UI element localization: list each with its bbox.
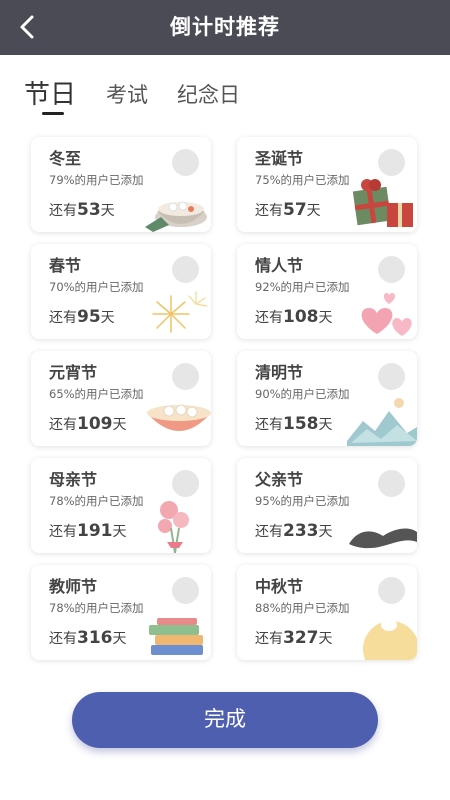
- card-added-percent: 65%的用户已添加: [49, 387, 144, 401]
- page-title: 倒计时推荐: [170, 15, 280, 39]
- card-days-left: 还有108天: [255, 307, 333, 327]
- card-added-percent: 90%的用户已添加: [255, 387, 350, 401]
- card-title: 春节: [49, 256, 82, 275]
- card-title: 父亲节: [255, 470, 304, 489]
- card-added-percent: 92%的用户已添加: [255, 280, 350, 294]
- countdown-card-mid-autumn[interactable]: 中秋节 88%的用户已添加 还有327天: [237, 565, 417, 660]
- card-days-left: 还有53天: [49, 200, 115, 220]
- countdown-card-qingming[interactable]: 清明节 90%的用户已添加 还有158天: [237, 351, 417, 446]
- select-circle[interactable]: [172, 149, 199, 176]
- countdown-card-dongzhi[interactable]: 冬至 79%的用户已添加 还有53天: [31, 137, 211, 232]
- mustache-icon: [349, 528, 417, 549]
- select-circle[interactable]: [378, 577, 405, 604]
- tab-indicator: [42, 112, 64, 115]
- mountains-icon: [347, 398, 417, 446]
- countdown-card-teachers-day[interactable]: 教师节 78%的用户已添加 还有316天: [31, 565, 211, 660]
- card-added-percent: 78%的用户已添加: [49, 601, 144, 615]
- card-days-left: 还有316天: [49, 628, 127, 648]
- countdown-card-christmas[interactable]: 圣诞节 75%的用户已添加 还有57天: [237, 137, 417, 232]
- card-title: 中秋节: [255, 577, 304, 596]
- card-title: 教师节: [49, 577, 98, 596]
- card-added-percent: 88%的用户已添加: [255, 601, 350, 615]
- books-icon: [149, 618, 203, 655]
- card-days-left: 还有191天: [49, 521, 127, 541]
- card-days-left: 还有327天: [255, 628, 333, 648]
- card-title: 母亲节: [49, 470, 98, 489]
- tab-holidays[interactable]: 节日: [24, 74, 76, 111]
- select-circle[interactable]: [378, 470, 405, 497]
- carnation-icon: [158, 501, 189, 553]
- select-circle[interactable]: [172, 470, 199, 497]
- card-added-percent: 75%的用户已添加: [255, 173, 350, 187]
- select-circle[interactable]: [172, 363, 199, 390]
- card-days-left: 还有233天: [255, 521, 333, 541]
- top-bar: 倒计时推荐: [0, 0, 450, 55]
- tab-anniversaries[interactable]: 纪念日: [177, 79, 240, 109]
- card-title: 清明节: [255, 363, 304, 382]
- card-title: 情人节: [255, 256, 304, 275]
- done-button[interactable]: 完成: [72, 692, 378, 748]
- card-title: 圣诞节: [255, 149, 304, 168]
- countdown-card-fathers-day[interactable]: 父亲节 95%的用户已添加 还有233天: [237, 458, 417, 553]
- card-days-left: 还有109天: [49, 414, 127, 434]
- card-added-percent: 78%的用户已添加: [49, 494, 144, 508]
- yuanxiao-bowl-icon: [147, 404, 211, 431]
- card-days-left: 还有95天: [49, 307, 115, 327]
- dumpling-bowl-icon: [145, 201, 207, 232]
- card-days-left: 还有158天: [255, 414, 333, 434]
- countdown-card-spring-festival[interactable]: 春节 70%的用户已添加 还有95天: [31, 244, 211, 339]
- countdown-card-mothers-day[interactable]: 母亲节 78%的用户已添加 还有191天: [31, 458, 211, 553]
- card-title: 元宵节: [49, 363, 98, 382]
- select-circle[interactable]: [378, 363, 405, 390]
- card-added-percent: 95%的用户已添加: [255, 494, 350, 508]
- select-circle[interactable]: [172, 256, 199, 283]
- card-added-percent: 79%的用户已添加: [49, 173, 144, 187]
- card-days-left: 还有57天: [255, 200, 321, 220]
- select-circle[interactable]: [378, 256, 405, 283]
- card-title: 冬至: [49, 149, 82, 168]
- moon-rabbit-icon: [363, 613, 417, 660]
- hearts-icon: [361, 293, 412, 336]
- card-added-percent: 70%的用户已添加: [49, 280, 144, 294]
- gift-boxes-icon: [352, 179, 413, 227]
- tab-exams[interactable]: 考试: [106, 79, 148, 109]
- countdown-card-lantern-festival[interactable]: 元宵节 65%的用户已添加 还有109天: [31, 351, 211, 446]
- select-circle[interactable]: [172, 577, 199, 604]
- countdown-card-valentines[interactable]: 情人节 92%的用户已添加 还有108天: [237, 244, 417, 339]
- fireworks-icon: [152, 291, 208, 333]
- select-circle[interactable]: [378, 149, 405, 176]
